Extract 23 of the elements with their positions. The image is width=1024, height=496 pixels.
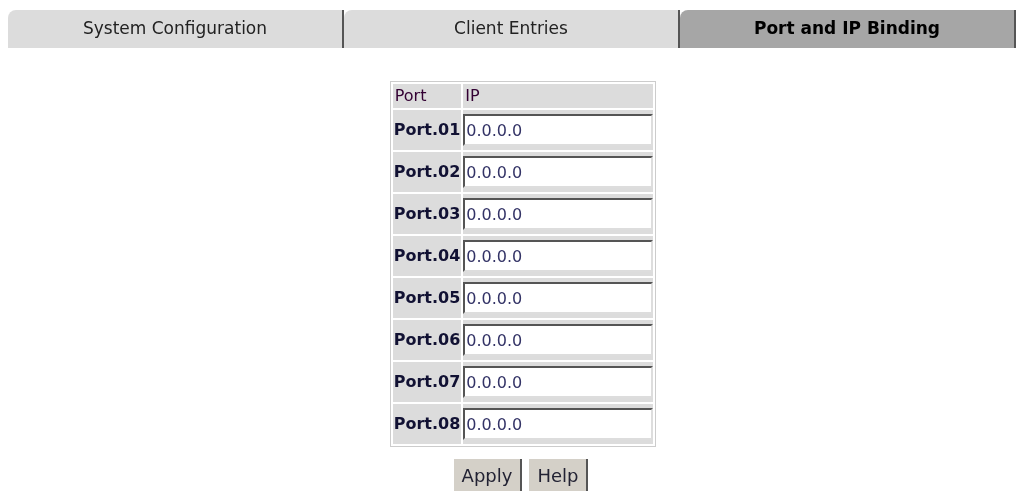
ip-input[interactable]: 0.0.0.0 bbox=[463, 324, 654, 356]
tab[interactable]: Port and IP Binding bbox=[680, 10, 1016, 48]
port-label: Port.02 bbox=[392, 152, 462, 192]
action-button[interactable]: Apply bbox=[453, 459, 523, 491]
port-label: Port.04 bbox=[392, 236, 462, 276]
tab[interactable]: System Configuration bbox=[8, 10, 344, 48]
ip-input[interactable]: 0.0.0.0 bbox=[463, 198, 654, 230]
port-label: Port.01 bbox=[392, 110, 462, 150]
port-label: Port.07 bbox=[392, 362, 462, 402]
column-header: IP bbox=[463, 84, 654, 108]
column-header: Port bbox=[392, 84, 462, 108]
tab[interactable]: Client Entries bbox=[344, 10, 680, 48]
ip-input[interactable]: 0.0.0.0 bbox=[463, 114, 654, 146]
port-label: Port.08 bbox=[392, 404, 462, 444]
ip-input[interactable]: 0.0.0.0 bbox=[463, 408, 654, 440]
port-label: Port.06 bbox=[392, 320, 462, 360]
port-label: Port.05 bbox=[392, 278, 462, 318]
ip-input[interactable]: 0.0.0.0 bbox=[463, 156, 654, 188]
action-button[interactable]: Help bbox=[529, 459, 589, 491]
port-label: Port.03 bbox=[392, 194, 462, 234]
ip-input[interactable]: 0.0.0.0 bbox=[463, 366, 654, 398]
ip-input[interactable]: 0.0.0.0 bbox=[463, 240, 654, 272]
ip-input[interactable]: 0.0.0.0 bbox=[463, 282, 654, 314]
